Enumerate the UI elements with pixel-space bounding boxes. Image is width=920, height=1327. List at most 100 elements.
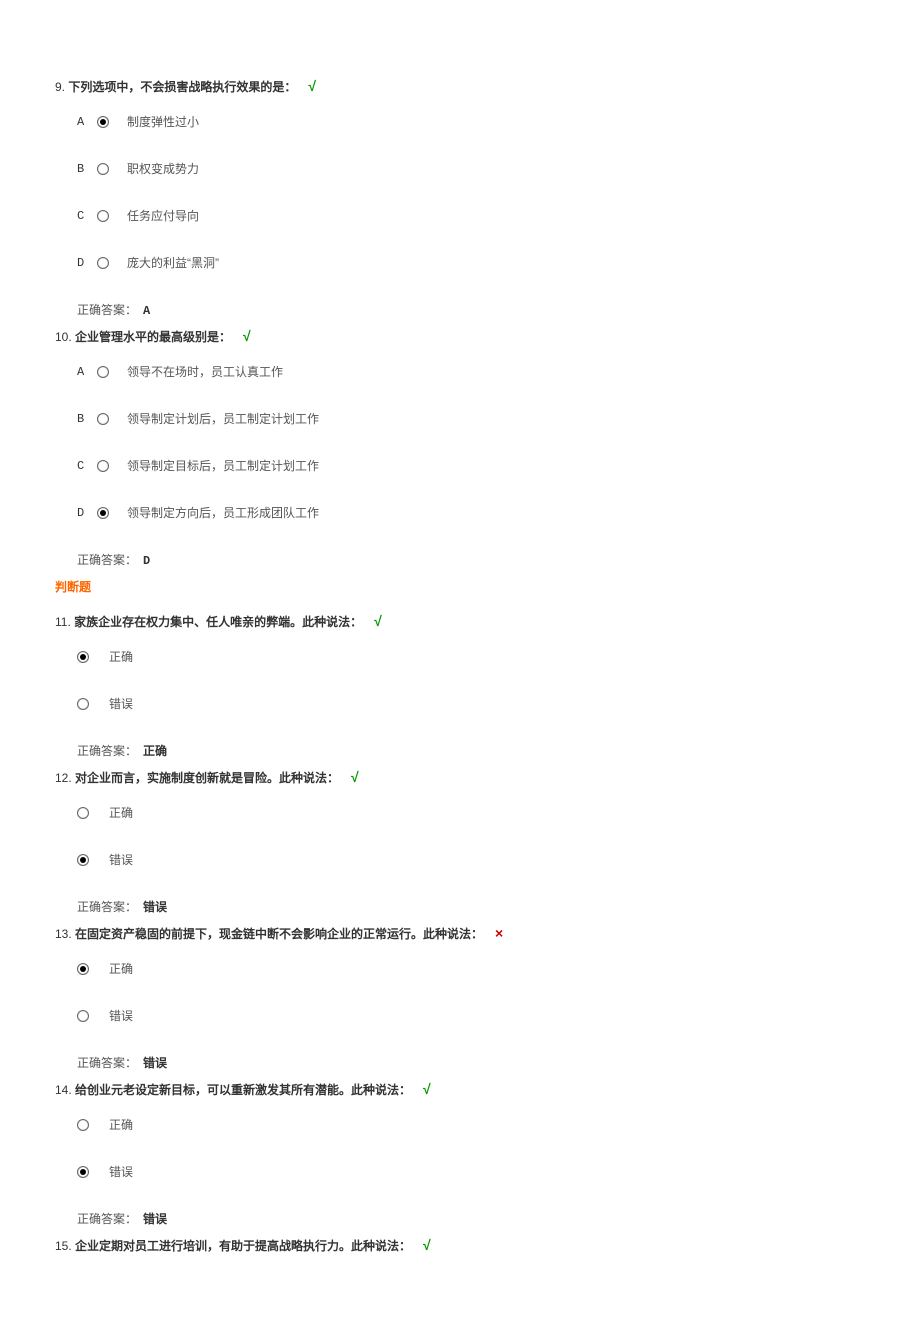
question-text: 家族企业存在权力集中、任人唯亲的弊端。此种说法： <box>74 615 362 629</box>
check-icon: √ <box>374 613 382 629</box>
option-letter: C <box>77 209 91 223</box>
option-letter: B <box>77 412 91 426</box>
option-text: 领导制定目标后，员工制定计划工作 <box>127 457 319 474</box>
answer-label: 正确答案： <box>77 744 137 758</box>
option-text: 正确 <box>109 1116 133 1133</box>
option-row[interactable]: A 制度弹性过小 <box>77 113 865 130</box>
option-text: 庞大的利益“黑洞” <box>127 254 219 271</box>
option-text: 正确 <box>109 648 133 665</box>
question-text: 在固定资产稳固的前提下，现金链中断不会影响企业的正常运行。此种说法： <box>75 927 483 941</box>
section-title-tf: 判断题 <box>55 578 865 595</box>
radio-button[interactable] <box>97 210 109 222</box>
question: 15. 企业定期对员工进行培训，有助于提高战略执行力。此种说法：√ <box>55 1237 865 1254</box>
answer-value: 正确 <box>143 745 167 759</box>
option-letter: A <box>77 365 91 379</box>
check-icon: √ <box>308 78 316 94</box>
quiz-document: 9. 下列选项中，不会损害战略执行效果的是： √ A 制度弹性过小 B职权变成势力 C 任务… <box>55 78 865 1254</box>
check-icon: √ <box>243 328 251 344</box>
option-row[interactable]: 错误 <box>77 1007 865 1024</box>
option-row[interactable]: 错误 <box>77 1163 865 1180</box>
answer-value: D <box>143 554 150 568</box>
option-row[interactable]: C 领导制定目标后，员工制定计划工作 <box>77 457 865 474</box>
question-header: 11. 家族企业存在权力集中、任人唯亲的弊端。此种说法：√ <box>55 613 865 630</box>
correct-answer: 正确答案： 错误 <box>77 898 865 915</box>
question-text: 企业管理水平的最高级别是： <box>75 330 231 344</box>
radio-button[interactable] <box>97 116 109 128</box>
check-icon: √ <box>423 1237 431 1253</box>
question: 10. 企业管理水平的最高级别是： √ A 领导不在场时，员工认真工作 B 领导制定计划后… <box>55 328 865 568</box>
question-header: 9. 下列选项中，不会损害战略执行效果的是： √ <box>55 78 865 95</box>
answer-label: 正确答案： <box>77 900 137 914</box>
option-letter: D <box>77 256 91 270</box>
correct-answer: 正确答案： 正确 <box>77 742 865 759</box>
radio-button[interactable] <box>97 163 109 175</box>
radio-button[interactable] <box>97 413 109 425</box>
answer-value: 错误 <box>143 1057 167 1071</box>
question-text: 企业定期对员工进行培训，有助于提高战略执行力。此种说法： <box>75 1239 411 1253</box>
question-number: 9. <box>55 80 65 94</box>
option-row[interactable]: 正确 <box>77 804 865 821</box>
question-text: 给创业元老设定新目标，可以重新激发其所有潜能。此种说法： <box>75 1083 411 1097</box>
option-row[interactable]: A 领导不在场时，员工认真工作 <box>77 363 865 380</box>
option-text: 领导不在场时，员工认真工作 <box>127 363 283 380</box>
question-number: 10. <box>55 330 72 344</box>
answer-value: A <box>143 304 150 318</box>
question-header: 10. 企业管理水平的最高级别是： √ <box>55 328 865 345</box>
option-row[interactable]: 正确 <box>77 960 865 977</box>
option-text: 领导制定计划后，员工制定计划工作 <box>127 410 319 427</box>
correct-answer: 正确答案： A <box>77 301 865 318</box>
radio-button[interactable] <box>77 651 89 663</box>
question-number: 14. <box>55 1083 72 1097</box>
option-text: 错误 <box>109 1163 133 1180</box>
option-letter: A <box>77 115 91 129</box>
radio-button[interactable] <box>77 854 89 866</box>
question: 13. 在固定资产稳固的前提下，现金链中断不会影响企业的正常运行。此种说法：× 正… <box>55 925 865 1071</box>
option-text: 错误 <box>109 851 133 868</box>
answer-value: 错误 <box>143 1213 167 1227</box>
radio-button[interactable] <box>97 507 109 519</box>
question: 9. 下列选项中，不会损害战略执行效果的是： √ A 制度弹性过小 B职权变成势力 C 任务… <box>55 78 865 318</box>
option-row[interactable]: 错误 <box>77 695 865 712</box>
question-header: 13. 在固定资产稳固的前提下，现金链中断不会影响企业的正常运行。此种说法：× <box>55 925 865 942</box>
radio-button[interactable] <box>77 807 89 819</box>
option-text: 正确 <box>109 960 133 977</box>
option-letter: C <box>77 459 91 473</box>
answer-label: 正确答案： <box>77 303 137 317</box>
option-row[interactable]: B职权变成势力 <box>77 160 865 177</box>
option-text: 错误 <box>109 1007 133 1024</box>
radio-button[interactable] <box>77 1119 89 1131</box>
radio-button[interactable] <box>97 366 109 378</box>
option-row[interactable]: 正确 <box>77 1116 865 1133</box>
option-text: 错误 <box>109 695 133 712</box>
question-header: 14. 给创业元老设定新目标，可以重新激发其所有潜能。此种说法： √ <box>55 1081 865 1098</box>
option-text: 制度弹性过小 <box>127 113 199 130</box>
answer-label: 正确答案： <box>77 1212 137 1226</box>
option-row[interactable]: C 任务应付导向 <box>77 207 865 224</box>
option-letter: B <box>77 162 91 176</box>
option-text: 正确 <box>109 804 133 821</box>
question-header: 15. 企业定期对员工进行培训，有助于提高战略执行力。此种说法：√ <box>55 1237 865 1254</box>
option-text: 任务应付导向 <box>127 207 199 224</box>
answer-label: 正确答案： <box>77 1056 137 1070</box>
question-number: 13. <box>55 927 72 941</box>
radio-button[interactable] <box>77 1166 89 1178</box>
radio-button[interactable] <box>77 963 89 975</box>
question-number: 12. <box>55 771 72 785</box>
radio-button[interactable] <box>77 698 89 710</box>
correct-answer: 正确答案：D <box>77 551 865 568</box>
option-row[interactable]: B 领导制定计划后，员工制定计划工作 <box>77 410 865 427</box>
option-row[interactable]: D 庞大的利益“黑洞” <box>77 254 865 271</box>
check-icon: √ <box>423 1081 431 1097</box>
option-row[interactable]: 错误 <box>77 851 865 868</box>
radio-button[interactable] <box>97 460 109 472</box>
question-text: 下列选项中，不会损害战略执行效果的是： <box>68 80 296 94</box>
question: 14. 给创业元老设定新目标，可以重新激发其所有潜能。此种说法：√正确错误正确答… <box>55 1081 865 1227</box>
radio-button[interactable] <box>77 1010 89 1022</box>
question: 11. 家族企业存在权力集中、任人唯亲的弊端。此种说法：√正确错误正确答案：正确 <box>55 613 865 759</box>
answer-value: 错误 <box>143 901 167 915</box>
correct-answer: 正确答案： 错误 <box>77 1210 865 1227</box>
radio-button[interactable] <box>97 257 109 269</box>
option-letter: D <box>77 506 91 520</box>
option-row[interactable]: 正确 <box>77 648 865 665</box>
option-row[interactable]: D领导制定方向后，员工形成团队工作 <box>77 504 865 521</box>
